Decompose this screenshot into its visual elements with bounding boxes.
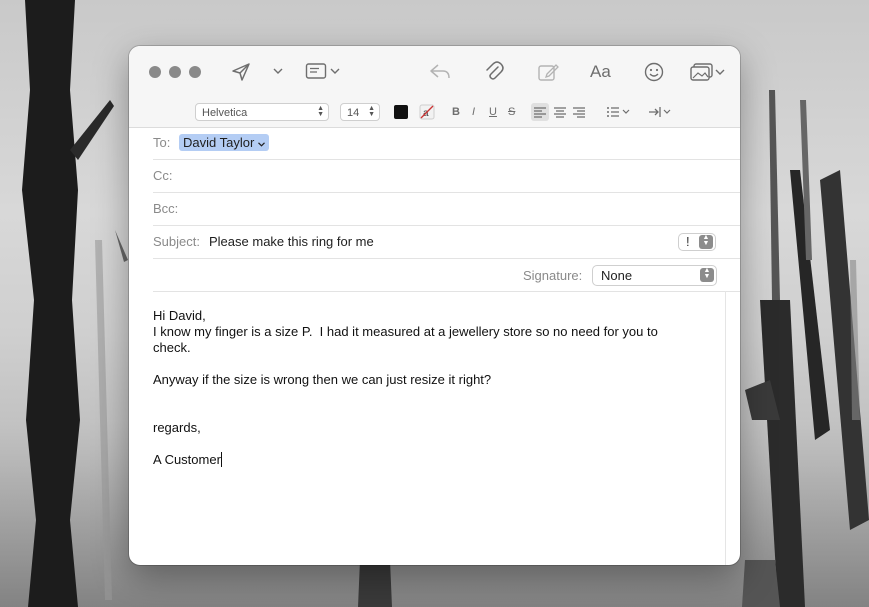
photo-browser-icon[interactable] [690,62,714,82]
to-row: To: David Taylor [153,127,740,160]
subject-field[interactable]: Please make this ring for me [209,234,374,249]
bold-button[interactable]: B [452,104,460,120]
emoji-icon[interactable] [643,61,665,83]
underline-button[interactable]: U [489,104,497,120]
send-options-chevron-icon[interactable] [273,67,283,75]
send-icon[interactable] [231,62,251,82]
sender-name: A Customer [153,452,221,467]
priority-value: ! [686,234,690,249]
recipient-chevron-icon [257,142,265,147]
align-left-button[interactable] [531,103,549,121]
background-color-icon[interactable]: a [419,104,435,120]
font-family-updown-icon: ▲ ▼ [317,105,324,118]
zoom-window-button[interactable] [189,66,201,78]
font-size-select[interactable]: 14 ▲ ▼ [340,103,380,121]
signature-row: Signature: None ▲ ▼ [153,259,740,292]
recipient-token[interactable]: David Taylor [179,134,269,151]
signature-label: Signature: [523,268,583,283]
signature-value: None [601,268,633,283]
italic-button[interactable]: I [472,104,475,120]
body-line: I know my finger is a size P. I had it m… [153,324,658,339]
indent-icon[interactable] [647,103,673,121]
body-line: regards, [153,420,201,435]
priority-select[interactable]: ! ▲ ▼ [678,233,716,251]
bcc-label: Bcc: [153,201,179,216]
minimize-window-button[interactable] [169,66,181,78]
bcc-row[interactable]: Bcc: [153,193,740,226]
photo-browser-chevron-icon[interactable] [715,68,725,76]
paperclip-icon[interactable] [484,61,504,83]
font-family-select[interactable]: Helvetica ▲ ▼ [195,103,329,121]
priority-updown-icon: ▲ ▼ [699,234,713,249]
recipient-name: David Taylor [183,135,255,150]
toolbar: Aa [129,46,740,98]
strikethrough-button[interactable]: S [508,104,515,120]
font-family-value: Helvetica [202,107,248,119]
markup-icon[interactable] [537,61,559,83]
subject-label: Subject: [153,234,200,249]
reply-icon[interactable] [429,62,451,82]
text-caret [220,452,222,467]
format-button[interactable]: Aa [590,62,611,82]
body-line: check. [153,340,191,355]
cc-row[interactable]: Cc: [153,160,740,193]
signature-select[interactable]: None ▲ ▼ [592,265,717,286]
cc-label: Cc: [153,168,173,183]
body-line: Anyway if the size is wrong then we can … [153,372,492,387]
signature-line: A Customer [153,452,713,468]
header-fields-chevron-icon[interactable] [330,67,340,75]
align-right-button[interactable] [570,103,588,121]
subject-row: Subject: Please make this ring for me ! … [153,226,740,259]
text-color-swatch[interactable] [394,105,408,119]
message-body[interactable]: Hi David, I know my finger is a size P. … [153,308,713,468]
body-line: Hi David, [153,308,206,323]
font-size-updown-icon: ▲ ▼ [368,105,375,118]
signature-updown-icon: ▲ ▼ [700,267,714,282]
font-size-value: 14 [347,107,360,119]
list-style-icon[interactable] [605,103,631,121]
align-center-button[interactable] [551,103,569,121]
to-label: To: [153,135,171,150]
format-bar: Helvetica ▲▼ 14 ▲▼ a B I U S [129,98,740,128]
body-scroll-divider [725,291,726,565]
close-window-button[interactable] [149,66,161,78]
header-fields-icon[interactable] [305,62,327,80]
mail-compose-window: Aa Helvetica ▲▼ 14 ▲▼ a B I U S [129,46,740,565]
